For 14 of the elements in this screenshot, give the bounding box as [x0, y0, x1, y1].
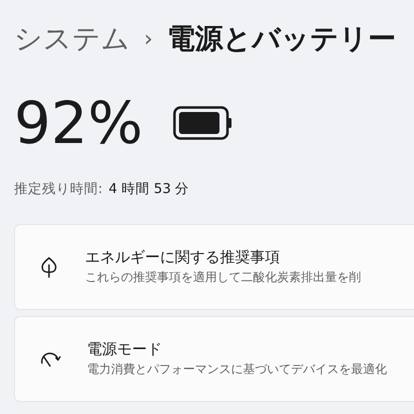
remaining-time-label: 推定残り時間:	[14, 180, 103, 198]
card-title: エネルギーに関する推奨事項	[85, 248, 281, 267]
battery-percentage: 92%	[14, 94, 143, 152]
leaf-icon	[39, 256, 59, 278]
card-description: 電力消費とパフォーマンスに基づいてデバイスを最適化	[87, 361, 387, 378]
page-title: 電源とバッテリー	[166, 21, 396, 57]
remaining-time-value: 4 時間 53 分	[108, 180, 190, 198]
battery-icon	[172, 106, 233, 140]
settings-card[interactable]: エネルギーに関する推奨事項 これらの推奨事項を適用して二酸化炭素排出量を削	[14, 224, 414, 310]
card-description: これらの推奨事項を適用して二酸化炭素排出量を削	[85, 269, 361, 286]
breadcrumb-parent[interactable]: システム	[14, 20, 130, 58]
settings-card[interactable]: 電源モード 電力消費とパフォーマンスに基づいてデバイスを最適化	[14, 316, 414, 402]
breadcrumb-separator: ›	[144, 26, 153, 52]
card-title: 電源モード	[87, 340, 163, 359]
